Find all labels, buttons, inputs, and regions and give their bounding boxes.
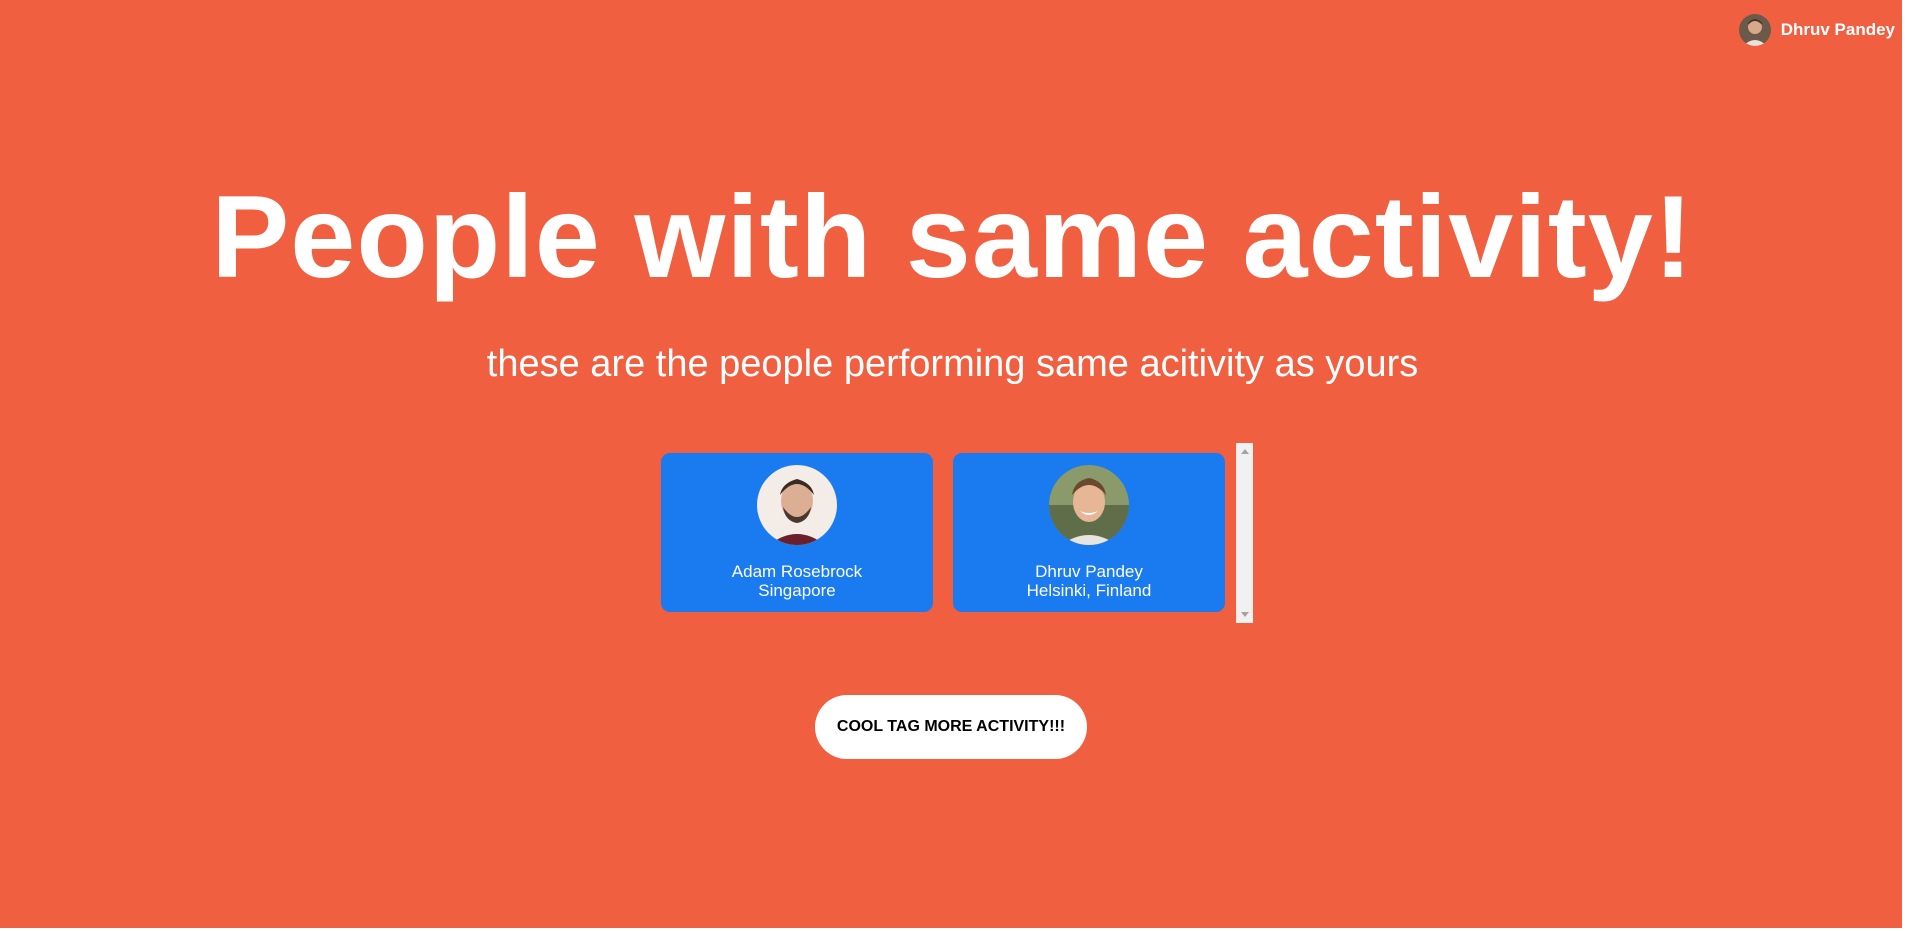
user-menu[interactable]: Dhruv Pandey	[1738, 14, 1895, 46]
person-location: Helsinki, Finland	[1026, 581, 1152, 600]
page-subtitle: these are the people performing same aci…	[486, 343, 1419, 385]
person-card[interactable]: Adam Rosebrock Singapore	[661, 453, 933, 612]
avatar	[757, 465, 837, 545]
scroll-down-arrow-icon[interactable]	[1241, 612, 1249, 617]
people-list-scrollbar[interactable]	[1236, 443, 1253, 623]
user-avatar-icon[interactable]	[1738, 14, 1771, 46]
person-name: Adam Rosebrock	[731, 562, 863, 581]
avatar	[1049, 465, 1129, 545]
person-location: Singapore	[758, 581, 836, 600]
page: Dhruv Pandey People with same activity! …	[0, 0, 1905, 928]
person-name: Dhruv Pandey	[1035, 562, 1143, 581]
scroll-up-arrow-icon[interactable]	[1241, 449, 1249, 454]
user-name[interactable]: Dhruv Pandey	[1781, 20, 1895, 40]
tag-more-activity-button[interactable]: COOL TAG MORE ACTIVITY!!!	[815, 695, 1087, 759]
people-list[interactable]: Adam Rosebrock Singapore Dhruv Pandey He…	[661, 443, 1253, 623]
person-card[interactable]: Dhruv Pandey Helsinki, Finland	[953, 453, 1225, 612]
page-title: People with same activity!	[211, 171, 1694, 302]
